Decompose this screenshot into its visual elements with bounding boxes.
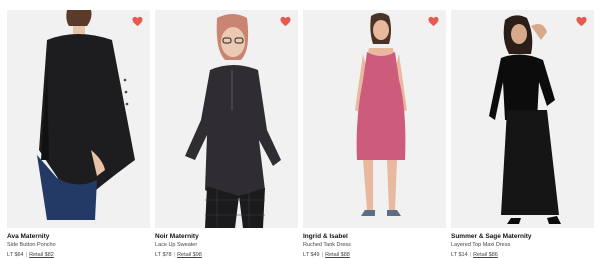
product-price: LT $14 | Retail $86 bbox=[451, 252, 594, 258]
product-price: LT $64 | Retail $82 bbox=[7, 252, 150, 258]
product-grid: Ava Maternity Side Button Poncho LT $64 |… bbox=[0, 0, 600, 258]
price-separator: | bbox=[25, 252, 28, 258]
product-price: LT $49 | Retail $88 bbox=[303, 252, 446, 258]
favorite-heart-icon[interactable] bbox=[132, 16, 143, 27]
model-photo bbox=[303, 10, 446, 228]
lt-price: LT $14 bbox=[451, 252, 468, 258]
model-photo bbox=[155, 10, 298, 228]
retail-price: Retail $88 bbox=[325, 252, 350, 258]
product-image[interactable] bbox=[303, 10, 446, 228]
price-separator: | bbox=[321, 252, 324, 258]
retail-price: Retail $86 bbox=[473, 252, 498, 258]
product-image[interactable] bbox=[155, 10, 298, 228]
product-image[interactable] bbox=[7, 10, 150, 228]
product-brand[interactable]: Noir Maternity bbox=[155, 233, 298, 241]
price-separator: | bbox=[173, 252, 176, 258]
favorite-heart-icon[interactable] bbox=[428, 16, 439, 27]
product-card[interactable]: Noir Maternity Lace Up Sweater LT $78 | Re… bbox=[155, 10, 298, 258]
product-name[interactable]: Side Button Poncho bbox=[7, 242, 150, 249]
retail-price: Retail $98 bbox=[177, 252, 202, 258]
lt-price: LT $64 bbox=[7, 252, 24, 258]
product-name[interactable]: Ruched Tank Dress bbox=[303, 242, 446, 249]
product-brand[interactable]: Summer & Sage Maternity bbox=[451, 233, 594, 241]
product-image[interactable] bbox=[451, 10, 594, 228]
lt-price: LT $78 bbox=[155, 252, 172, 258]
product-card[interactable]: Ingrid & Isabel Ruched Tank Dress LT $49… bbox=[303, 10, 446, 258]
product-name[interactable]: Lace Up Sweater bbox=[155, 242, 298, 249]
product-price: LT $78 | Retail $98 bbox=[155, 252, 298, 258]
favorite-heart-icon[interactable] bbox=[576, 16, 587, 27]
lt-price: LT $49 bbox=[303, 252, 320, 258]
favorite-heart-icon[interactable] bbox=[280, 16, 291, 27]
product-brand[interactable]: Ingrid & Isabel bbox=[303, 233, 446, 241]
product-brand[interactable]: Ava Maternity bbox=[7, 233, 150, 241]
product-name[interactable]: Layered Top Maxi Dress bbox=[451, 242, 594, 249]
model-photo bbox=[7, 10, 150, 228]
price-separator: | bbox=[469, 252, 472, 258]
product-card[interactable]: Ava Maternity Side Button Poncho LT $64 |… bbox=[7, 10, 150, 258]
product-card[interactable]: Summer & Sage Maternity Layered Top Maxi… bbox=[451, 10, 594, 258]
retail-price: Retail $82 bbox=[29, 252, 54, 258]
model-photo bbox=[451, 10, 594, 228]
